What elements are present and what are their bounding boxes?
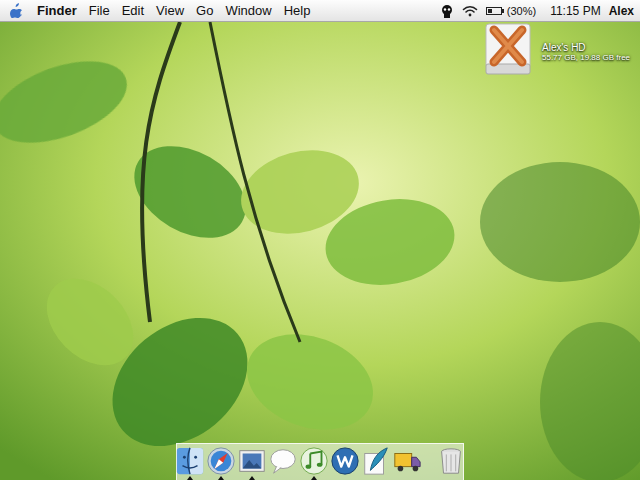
battery-icon: [486, 7, 502, 15]
itunes-note-icon: [299, 446, 329, 476]
menu-bar: Finder File Edit View Go Window Help (30%) 11:15…: [0, 0, 640, 22]
iphoto-icon: [237, 446, 267, 476]
running-indicator: [218, 476, 224, 480]
menu-item[interactable]: Help: [284, 3, 311, 18]
running-indicator: [311, 476, 317, 480]
wifi-icon[interactable]: [462, 5, 478, 17]
apple-logo-icon[interactable]: [10, 3, 23, 18]
menu-item[interactable]: Edit: [122, 3, 144, 18]
truck-icon: [392, 446, 422, 476]
user-menu[interactable]: Alex: [609, 4, 634, 18]
wallpaper-photo: [0, 22, 640, 480]
hard-drive-icon: [484, 22, 532, 76]
drive-info: 55.77 GB, 19.88 GB free: [542, 53, 630, 62]
dock-item[interactable]: [237, 446, 267, 480]
dock: [176, 443, 464, 480]
network-app-icon: [330, 446, 360, 476]
dock-item[interactable]: [175, 446, 205, 480]
hard-drive-desktop-icon[interactable]: Alex's HD55.77 GB, 19.88 GB free: [484, 22, 630, 76]
app-menu[interactable]: Finder: [37, 3, 77, 18]
alien-status-icon[interactable]: [440, 4, 454, 18]
dock-item[interactable]: [330, 446, 360, 480]
dock-item[interactable]: [392, 446, 422, 480]
running-indicator: [187, 476, 193, 480]
menu-item[interactable]: Window: [225, 3, 271, 18]
ichat-bubble-icon: [268, 446, 298, 476]
running-indicator: [373, 476, 379, 480]
dock-item[interactable]: [436, 446, 466, 480]
dock-item[interactable]: [206, 446, 236, 480]
battery-status[interactable]: (30%): [486, 5, 536, 17]
dock-item[interactable]: [268, 446, 298, 480]
running-indicator: [342, 476, 348, 480]
desktop-screen: Finder File Edit View Go Window Help (30%) 11:15…: [0, 0, 640, 480]
dock-item[interactable]: [361, 446, 391, 480]
running-indicator: [404, 476, 410, 480]
finder-icon: [175, 446, 205, 476]
trash-icon: [436, 446, 466, 476]
running-indicator: [249, 476, 255, 480]
menu-item[interactable]: Go: [196, 3, 213, 18]
drive-name: Alex's HD: [542, 42, 630, 53]
running-indicator: [280, 476, 286, 480]
quill-pen-icon: [361, 446, 391, 476]
dock-item[interactable]: [299, 446, 329, 480]
desktop: Alex's HD55.77 GB, 19.88 GB free: [0, 22, 640, 480]
safari-compass-icon: [206, 446, 236, 476]
menu-item[interactable]: File: [89, 3, 110, 18]
clock[interactable]: 11:15 PM: [550, 4, 600, 18]
menu-item[interactable]: View: [156, 3, 184, 18]
running-indicator: [448, 476, 454, 480]
